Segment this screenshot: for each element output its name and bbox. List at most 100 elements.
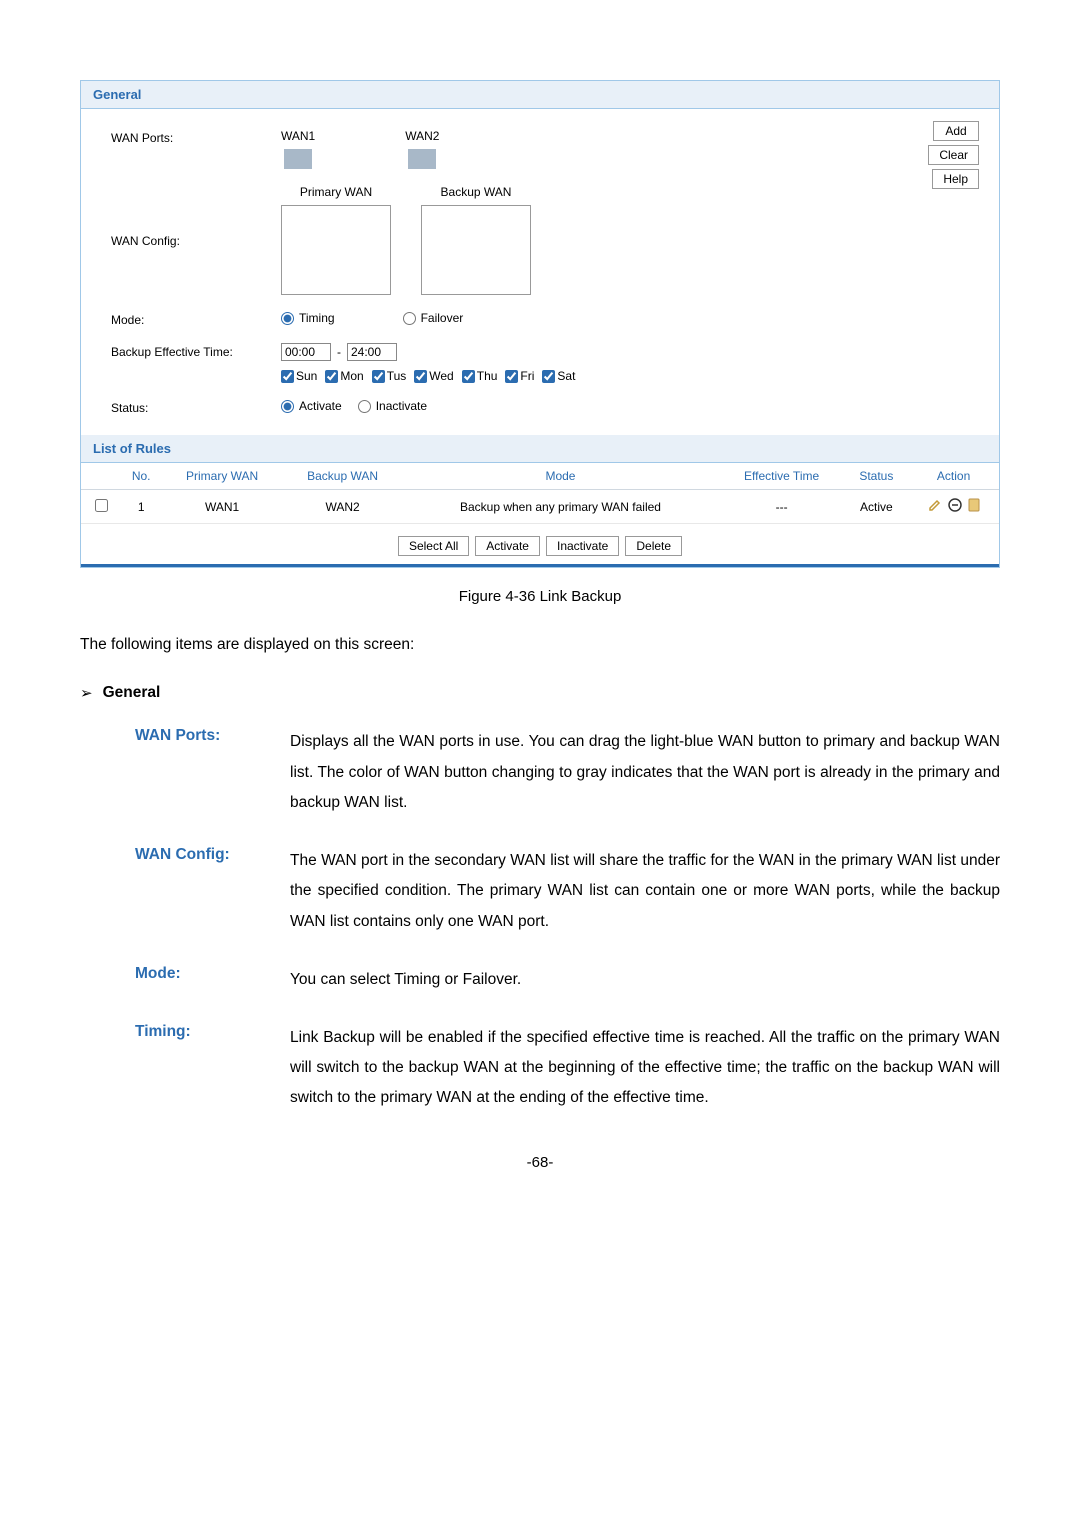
- intro-text: The following items are displayed on thi…: [80, 630, 1000, 659]
- day-wed[interactable]: Wed: [414, 369, 453, 383]
- row-checkbox[interactable]: [95, 499, 108, 512]
- col-backup: Backup WAN: [283, 463, 402, 490]
- definition-list: WAN Ports: Displays all the WAN ports in…: [80, 727, 1000, 1113]
- wan-port-wan1[interactable]: WAN1: [281, 129, 315, 169]
- day-sun[interactable]: Sun: [281, 369, 317, 383]
- col-primary: Primary WAN: [161, 463, 282, 490]
- primary-wan-col: Primary WAN: [281, 185, 391, 295]
- def-term: WAN Config:: [135, 846, 290, 937]
- status-inactivate-label: Inactivate: [376, 399, 427, 413]
- edit-icon[interactable]: [928, 498, 942, 515]
- status-activate-radio[interactable]: [281, 400, 294, 413]
- day-fri[interactable]: Fri: [505, 369, 534, 383]
- wan-ports-row: WAN Ports: WAN1 WAN2: [81, 121, 999, 177]
- cell-effective: ---: [719, 490, 845, 524]
- def-wan-ports: WAN Ports: Displays all the WAN ports in…: [135, 727, 1000, 818]
- days-row: Sun Mon Tus Wed Thu Fri Sat: [281, 369, 969, 383]
- wan-ports-label: WAN Ports:: [111, 129, 281, 145]
- status-row: Status: Activate Inactivate: [81, 391, 999, 423]
- day-thu[interactable]: Thu: [462, 369, 498, 383]
- mode-timing-label: Timing: [299, 311, 335, 325]
- primary-wan-header: Primary WAN: [300, 185, 372, 199]
- status-activate-label: Activate: [299, 399, 342, 413]
- day-fri-checkbox[interactable]: [505, 370, 518, 383]
- document-icon[interactable]: [968, 498, 980, 515]
- time-from-input[interactable]: [281, 343, 331, 361]
- mode-label: Mode:: [111, 311, 281, 327]
- def-term: WAN Ports:: [135, 727, 290, 818]
- day-thu-checkbox[interactable]: [462, 370, 475, 383]
- def-term: Timing:: [135, 1023, 290, 1114]
- figure-caption: Figure 4-36 Link Backup: [80, 588, 1000, 605]
- mode-failover-radio[interactable]: [403, 312, 416, 325]
- panel-body-general: Add Clear Help WAN Ports: WAN1 WAN2: [81, 109, 999, 435]
- def-desc: The WAN port in the secondary WAN list w…: [290, 846, 1000, 937]
- port-chip-icon: [408, 149, 436, 169]
- status-inactivate-option[interactable]: Inactivate: [358, 399, 427, 413]
- backup-time-row: Backup Effective Time: - Sun Mon Tus Wed…: [81, 335, 999, 391]
- clear-button[interactable]: Clear: [928, 145, 979, 165]
- mode-row: Mode: Timing Failover: [81, 303, 999, 335]
- add-button[interactable]: Add: [933, 121, 979, 141]
- col-status: Status: [845, 463, 909, 490]
- day-tus-checkbox[interactable]: [372, 370, 385, 383]
- def-mode: Mode: You can select Timing or Failover.: [135, 965, 1000, 995]
- mode-timing-radio[interactable]: [281, 312, 294, 325]
- mode-failover-option[interactable]: Failover: [403, 311, 464, 325]
- backup-wan-col: Backup WAN: [421, 185, 531, 295]
- section-header: ➢ General: [80, 684, 1000, 702]
- def-desc: Displays all the WAN ports in use. You c…: [290, 727, 1000, 818]
- def-desc: You can select Timing or Failover.: [290, 965, 1000, 995]
- status-activate-option[interactable]: Activate: [281, 399, 342, 413]
- day-tus[interactable]: Tus: [372, 369, 407, 383]
- wan-port-wan2[interactable]: WAN2: [405, 129, 439, 169]
- activate-button[interactable]: Activate: [475, 536, 540, 556]
- def-desc: Link Backup will be enabled if the speci…: [290, 1023, 1000, 1114]
- backup-time-label: Backup Effective Time:: [111, 343, 281, 359]
- status-label: Status:: [111, 399, 281, 415]
- status-inactivate-radio[interactable]: [358, 400, 371, 413]
- mode-timing-option[interactable]: Timing: [281, 311, 335, 325]
- page-number: -68-: [80, 1154, 1000, 1171]
- cell-backup: WAN2: [283, 490, 402, 524]
- backup-wan-header: Backup WAN: [441, 185, 512, 199]
- help-button[interactable]: Help: [932, 169, 979, 189]
- col-effective: Effective Time: [719, 463, 845, 490]
- table-button-row: Select All Activate Inactivate Delete: [81, 524, 999, 564]
- cell-primary: WAN1: [161, 490, 282, 524]
- day-sat[interactable]: Sat: [542, 369, 575, 383]
- wan-config-label: WAN Config:: [111, 232, 281, 248]
- wan-port-label: WAN1: [281, 129, 315, 143]
- select-all-button[interactable]: Select All: [398, 536, 469, 556]
- backup-wan-listbox[interactable]: [421, 205, 531, 295]
- day-sun-checkbox[interactable]: [281, 370, 294, 383]
- day-mon-checkbox[interactable]: [325, 370, 338, 383]
- inactivate-button[interactable]: Inactivate: [546, 536, 619, 556]
- delete-icon[interactable]: [948, 498, 962, 515]
- time-to-input[interactable]: [347, 343, 397, 361]
- triangle-bullet-icon: ➢: [80, 684, 93, 702]
- panel-side-buttons: Add Clear Help: [928, 121, 979, 189]
- rules-table: No. Primary WAN Backup WAN Mode Effectiv…: [81, 463, 999, 524]
- panel-body-list: No. Primary WAN Backup WAN Mode Effectiv…: [81, 463, 999, 564]
- panel-header-general: General: [81, 81, 999, 109]
- cell-status: Active: [845, 490, 909, 524]
- cell-no: 1: [121, 490, 161, 524]
- def-timing: Timing: Link Backup will be enabled if t…: [135, 1023, 1000, 1114]
- section-title: General: [103, 684, 161, 702]
- time-separator: -: [337, 345, 341, 359]
- primary-wan-listbox[interactable]: [281, 205, 391, 295]
- mode-failover-label: Failover: [421, 311, 464, 325]
- delete-button[interactable]: Delete: [625, 536, 682, 556]
- config-panel: General Add Clear Help WAN Ports: WAN1 W…: [80, 80, 1000, 568]
- day-wed-checkbox[interactable]: [414, 370, 427, 383]
- port-chip-icon: [284, 149, 312, 169]
- wan-port-label: WAN2: [405, 129, 439, 143]
- table-row: 1 WAN1 WAN2 Backup when any primary WAN …: [81, 490, 999, 524]
- day-sat-checkbox[interactable]: [542, 370, 555, 383]
- def-term: Mode:: [135, 965, 290, 995]
- panel-header-list: List of Rules: [81, 435, 999, 463]
- cell-mode: Backup when any primary WAN failed: [402, 490, 718, 524]
- day-mon[interactable]: Mon: [325, 369, 363, 383]
- col-no: No.: [121, 463, 161, 490]
